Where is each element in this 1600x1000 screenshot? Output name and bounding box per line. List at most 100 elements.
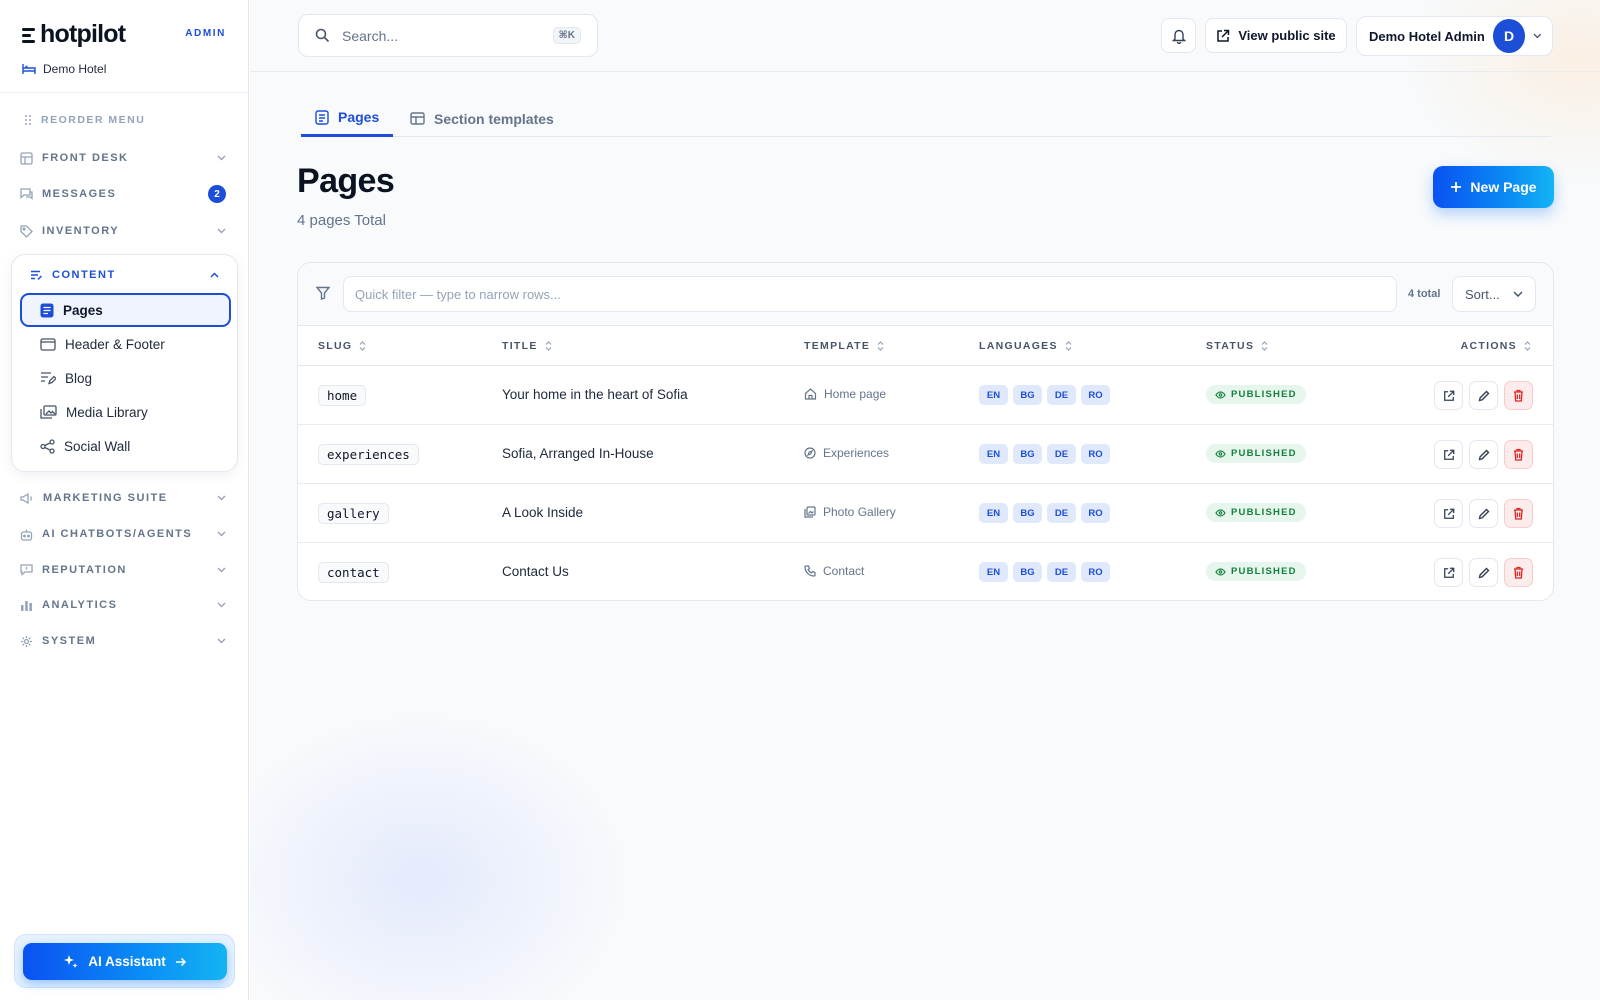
- row-actions: [1434, 558, 1533, 587]
- sidebar-item-label: ANALYTICS: [42, 599, 118, 611]
- sort-dropdown[interactable]: Sort...: [1452, 276, 1536, 312]
- edit-page-button[interactable]: [1469, 499, 1498, 528]
- sidebar-item-ai-chatbots[interactable]: AI CHATBOTS/AGENTS: [20, 524, 226, 544]
- chevron-down-icon: [217, 495, 226, 501]
- pencil-icon: [1478, 567, 1489, 578]
- language-chip: EN: [979, 385, 1008, 405]
- page-title-cell: A Look Inside: [502, 505, 584, 520]
- open-page-button[interactable]: [1434, 558, 1463, 587]
- template-name: Experiences: [823, 446, 890, 460]
- new-page-button[interactable]: New Page: [1433, 166, 1554, 208]
- delete-page-button[interactable]: [1504, 499, 1533, 528]
- template-name: Home page: [824, 387, 887, 401]
- language-chip: RO: [1081, 503, 1110, 523]
- sidebar-item-content[interactable]: CONTENT: [30, 265, 219, 285]
- trash-icon: [1514, 448, 1523, 461]
- share-icon: [40, 438, 55, 454]
- reorder-menu-button[interactable]: REORDER MENU: [24, 110, 226, 130]
- language-chip: DE: [1047, 385, 1076, 405]
- edit-page-button[interactable]: [1469, 440, 1498, 469]
- column-header-slug[interactable]: SLUG: [318, 326, 366, 366]
- template-name: Photo Gallery: [823, 505, 896, 519]
- chevron-down-icon: [217, 228, 226, 234]
- chevron-down-icon: [217, 602, 226, 608]
- hotel-selector[interactable]: Demo Hotel: [22, 62, 106, 76]
- sidebar-item-label: MESSAGES: [42, 188, 117, 200]
- table-row[interactable]: gallery A Look Inside Photo Gallery EN B…: [298, 484, 1553, 543]
- search-input[interactable]: Search...: [342, 28, 541, 44]
- sidebar-item-blog[interactable]: Blog: [20, 361, 231, 395]
- status-badge: PUBLISHED: [1206, 444, 1306, 463]
- open-page-button[interactable]: [1434, 440, 1463, 469]
- sidebar-item-messages[interactable]: MESSAGES 2: [20, 184, 226, 204]
- column-header-title[interactable]: TITLE: [502, 326, 552, 366]
- page-title-cell: Sofia, Arranged In-House: [502, 446, 654, 461]
- slug-chip: experiences: [318, 444, 419, 465]
- delete-page-button[interactable]: [1504, 381, 1533, 410]
- language-chip: EN: [979, 503, 1008, 523]
- external-link-icon: [1443, 449, 1454, 460]
- eye-icon: [1215, 449, 1226, 458]
- gallery-icon: [804, 506, 816, 518]
- column-header-status[interactable]: STATUS: [1206, 326, 1268, 366]
- page-tabs: Pages Section templates: [301, 100, 1551, 137]
- external-link-icon: [1443, 390, 1454, 401]
- table-row[interactable]: experiences Sofia, Arranged In-House Exp…: [298, 425, 1553, 484]
- tab-pages[interactable]: Pages: [301, 100, 394, 137]
- language-chip: RO: [1081, 385, 1110, 405]
- ai-assistant-button[interactable]: AI Assistant: [23, 943, 227, 980]
- search-box[interactable]: Search... ⌘K: [298, 14, 598, 57]
- language-chip: RO: [1081, 562, 1110, 582]
- pencil-icon: [1478, 390, 1489, 401]
- quick-filter-input[interactable]: Quick filter — type to narrow rows...: [343, 276, 1397, 312]
- column-header-label: TITLE: [502, 340, 538, 352]
- sidebar-item-header-footer[interactable]: Header & Footer: [20, 327, 231, 361]
- filter-bar: Quick filter — type to narrow rows... 4 …: [298, 263, 1553, 326]
- slug-chip: home: [318, 385, 367, 406]
- sidebar-item-analytics[interactable]: ANALYTICS: [20, 595, 226, 615]
- sidebar-item-label: Blog: [65, 370, 93, 386]
- sidebar-item-label: Media Library: [66, 404, 148, 420]
- sidebar-item-system[interactable]: SYSTEM: [20, 631, 226, 651]
- tab-section-templates[interactable]: Section templates: [396, 100, 568, 137]
- sidebar-item-pages[interactable]: Pages: [20, 293, 231, 327]
- delete-page-button[interactable]: [1504, 440, 1533, 469]
- sidebar-item-front-desk[interactable]: FRONT DESK: [20, 148, 226, 168]
- sidebar-item-social-wall[interactable]: Social Wall: [20, 429, 231, 463]
- column-header-languages[interactable]: LANGUAGES: [979, 326, 1072, 366]
- external-link-icon: [1217, 29, 1230, 42]
- sort-label: Sort...: [1465, 286, 1500, 302]
- window-icon: [40, 337, 56, 351]
- notifications-button[interactable]: [1161, 18, 1196, 53]
- external-link-icon: [1443, 508, 1454, 519]
- language-chip: BG: [1013, 562, 1042, 582]
- sidebar-item-inventory[interactable]: INVENTORY: [20, 221, 226, 241]
- document-icon: [40, 303, 54, 317]
- edit-page-button[interactable]: [1469, 381, 1498, 410]
- sidebar-item-marketing-suite[interactable]: MARKETING SUITE: [20, 488, 226, 508]
- edit-page-button[interactable]: [1469, 558, 1498, 587]
- status-label: PUBLISHED: [1231, 389, 1297, 400]
- column-header-actions[interactable]: ACTIONS: [1461, 326, 1531, 366]
- column-header-template[interactable]: TEMPLATE: [804, 326, 884, 366]
- sidebar-item-media-library[interactable]: Media Library: [20, 395, 231, 429]
- open-page-button[interactable]: [1434, 381, 1463, 410]
- brand-logo[interactable]: hotpilot: [22, 20, 126, 49]
- filter-icon: [316, 286, 330, 300]
- table-row[interactable]: home Your home in the heart of Sofia Hom…: [298, 366, 1553, 425]
- view-public-site-button[interactable]: View public site: [1205, 18, 1347, 53]
- delete-page-button[interactable]: [1504, 558, 1533, 587]
- sidebar-item-label: MARKETING SUITE: [43, 492, 168, 504]
- user-menu[interactable]: Demo Hotel Admin D: [1356, 16, 1553, 56]
- eye-icon: [1215, 508, 1226, 517]
- external-link-icon: [1443, 567, 1454, 578]
- eye-icon: [1215, 390, 1226, 399]
- sidebar-item-reputation[interactable]: REPUTATION: [20, 560, 226, 580]
- table-row[interactable]: contact Contact Us Contact EN BG DE RO P…: [298, 543, 1553, 600]
- status-label: PUBLISHED: [1231, 507, 1297, 518]
- language-chip: EN: [979, 444, 1008, 464]
- open-page-button[interactable]: [1434, 499, 1463, 528]
- sort-icon: [1065, 341, 1072, 351]
- admin-tag: ADMIN: [185, 28, 226, 39]
- language-chip: BG: [1013, 385, 1042, 405]
